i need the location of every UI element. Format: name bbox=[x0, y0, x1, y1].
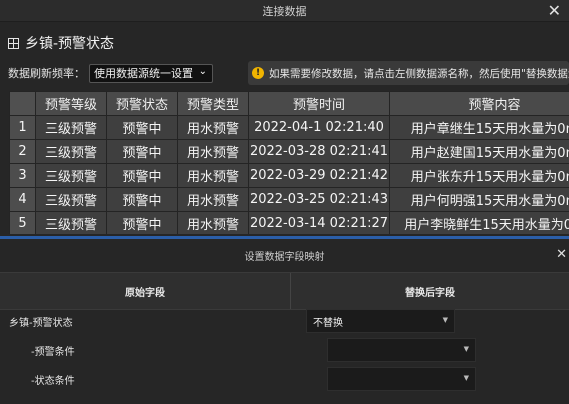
mapping-dialog-title: 设置数据字段映射 bbox=[244, 251, 325, 263]
mapping-row: 乡镇-预警状态 不替换 ▼ bbox=[0, 307, 569, 335]
cell-level: 三级预警 bbox=[35, 187, 107, 212]
chevron-down-icon: ▼ bbox=[463, 374, 469, 382]
mapping-field-label: -预警条件 bbox=[31, 346, 75, 358]
cell-type: 用水预警 bbox=[177, 139, 249, 164]
cell-time: 2022-03-28 02:21:41 bbox=[248, 139, 390, 164]
mapping-select-value: 不替换 bbox=[313, 317, 343, 329]
cell-status: 预警中 bbox=[106, 211, 178, 234]
cell-time: 2022-04-1 02:21:40 bbox=[248, 115, 390, 140]
cell-content: 用户赵建国15天用水量为0m bbox=[389, 139, 569, 164]
cell-status: 预警中 bbox=[106, 115, 178, 140]
col-header-time: 预警时间 bbox=[248, 91, 390, 116]
refresh-select-value: 使用数据源统一设置 bbox=[94, 67, 193, 80]
col-header-index bbox=[9, 91, 36, 116]
section-divider bbox=[0, 236, 569, 239]
table-icon bbox=[8, 37, 19, 49]
col-header-level: 预警等级 bbox=[35, 91, 107, 116]
cell-level: 三级预警 bbox=[35, 211, 107, 234]
info-icon: ! bbox=[252, 67, 264, 79]
table-row: 3 三级预警 预警中 用水预警 2022-03-29 02:21:42 用户张东… bbox=[9, 163, 569, 188]
cell-time: 2022-03-14 02:21:27 bbox=[248, 211, 390, 234]
close-icon[interactable]: ✕ bbox=[556, 247, 567, 262]
cell-type: 用水预警 bbox=[177, 211, 249, 234]
cell-content: 用户章继生15天用水量为0m bbox=[389, 115, 569, 140]
mapping-field-select[interactable]: 不替换 ▼ bbox=[306, 309, 455, 333]
panel-title: 乡镇-预警状态 bbox=[25, 36, 115, 52]
row-index: 3 bbox=[9, 163, 36, 188]
col-header-content: 预警内容 bbox=[389, 91, 569, 116]
col-replaced-field: 替换后字段 bbox=[405, 287, 455, 299]
hint-banner: ! 如果需要修改数据，请点击左侧数据源名称，然后使用"替换数据源" bbox=[248, 61, 569, 85]
mapping-field-select[interactable]: ▼ bbox=[327, 338, 476, 362]
refresh-setting: 数据刷新频率： 使用数据源统一设置 ⌄ bbox=[8, 63, 213, 83]
mapping-field-label: 乡镇-预警状态 bbox=[9, 317, 73, 329]
cell-status: 预警中 bbox=[106, 139, 178, 164]
col-header-type: 预警类型 bbox=[177, 91, 249, 116]
window-titlebar: 连接数据 ✕ bbox=[0, 0, 569, 22]
row-index: 5 bbox=[9, 211, 36, 234]
cell-level: 三级预警 bbox=[35, 139, 107, 164]
col-header-status: 预警状态 bbox=[106, 91, 178, 116]
cell-status: 预警中 bbox=[106, 187, 178, 212]
cell-level: 三级预警 bbox=[35, 163, 107, 188]
row-index: 1 bbox=[9, 115, 36, 140]
hint-text: 如果需要修改数据，请点击左侧数据源名称，然后使用"替换数据源" bbox=[269, 67, 569, 80]
mapping-header: 原始字段 替换后字段 bbox=[0, 272, 569, 310]
cell-content: 用户李晓鲜生15天用水量为0m bbox=[389, 211, 569, 234]
cell-content: 用户张东升15天用水量为0m bbox=[389, 163, 569, 188]
row-index: 4 bbox=[9, 187, 36, 212]
refresh-select[interactable]: 使用数据源统一设置 ⌄ bbox=[89, 63, 213, 83]
col-original-field: 原始字段 bbox=[0, 273, 291, 309]
table-row: 4 三级预警 预警中 用水预警 2022-03-25 02:21:43 用户何明… bbox=[9, 187, 569, 212]
window-title: 连接数据 bbox=[262, 4, 307, 18]
table-row: 1 三级预警 预警中 用水预警 2022-04-1 02:21:40 用户章继生… bbox=[9, 115, 569, 140]
chevron-down-icon: ▼ bbox=[463, 345, 469, 353]
cell-type: 用水预警 bbox=[177, 115, 249, 140]
cell-status: 预警中 bbox=[106, 163, 178, 188]
chevron-down-icon: ⌄ bbox=[198, 65, 207, 77]
table-row: 2 三级预警 预警中 用水预警 2022-03-28 02:21:41 用户赵建… bbox=[9, 139, 569, 164]
cell-level: 三级预警 bbox=[35, 115, 107, 140]
data-preview-table: 预警等级 预警状态 预警类型 预警时间 预警内容 1 三级预警 预警中 用水预警… bbox=[9, 91, 569, 234]
mapping-field-label: -状态条件 bbox=[31, 375, 75, 387]
table-row: 5 三级预警 预警中 用水预警 2022-03-14 02:21:27 用户李晓… bbox=[9, 211, 569, 234]
mapping-field-select[interactable]: ▼ bbox=[327, 367, 476, 391]
panel-header: 乡镇-预警状态 bbox=[8, 34, 114, 52]
mapping-row: -状态条件 ▼ bbox=[0, 365, 569, 393]
cell-type: 用水预警 bbox=[177, 163, 249, 188]
cell-time: 2022-03-25 02:21:43 bbox=[248, 187, 390, 212]
refresh-label: 数据刷新频率： bbox=[8, 67, 85, 80]
cell-type: 用水预警 bbox=[177, 187, 249, 212]
close-icon[interactable]: ✕ bbox=[548, 1, 561, 20]
table-header-row: 预警等级 预警状态 预警类型 预警时间 预警内容 bbox=[9, 91, 569, 116]
row-index: 2 bbox=[9, 139, 36, 164]
mapping-row: -预警条件 ▼ bbox=[0, 336, 569, 364]
cell-time: 2022-03-29 02:21:42 bbox=[248, 163, 390, 188]
chevron-down-icon: ▼ bbox=[442, 316, 448, 324]
cell-content: 用户何明强15天用水量为0m bbox=[389, 187, 569, 212]
